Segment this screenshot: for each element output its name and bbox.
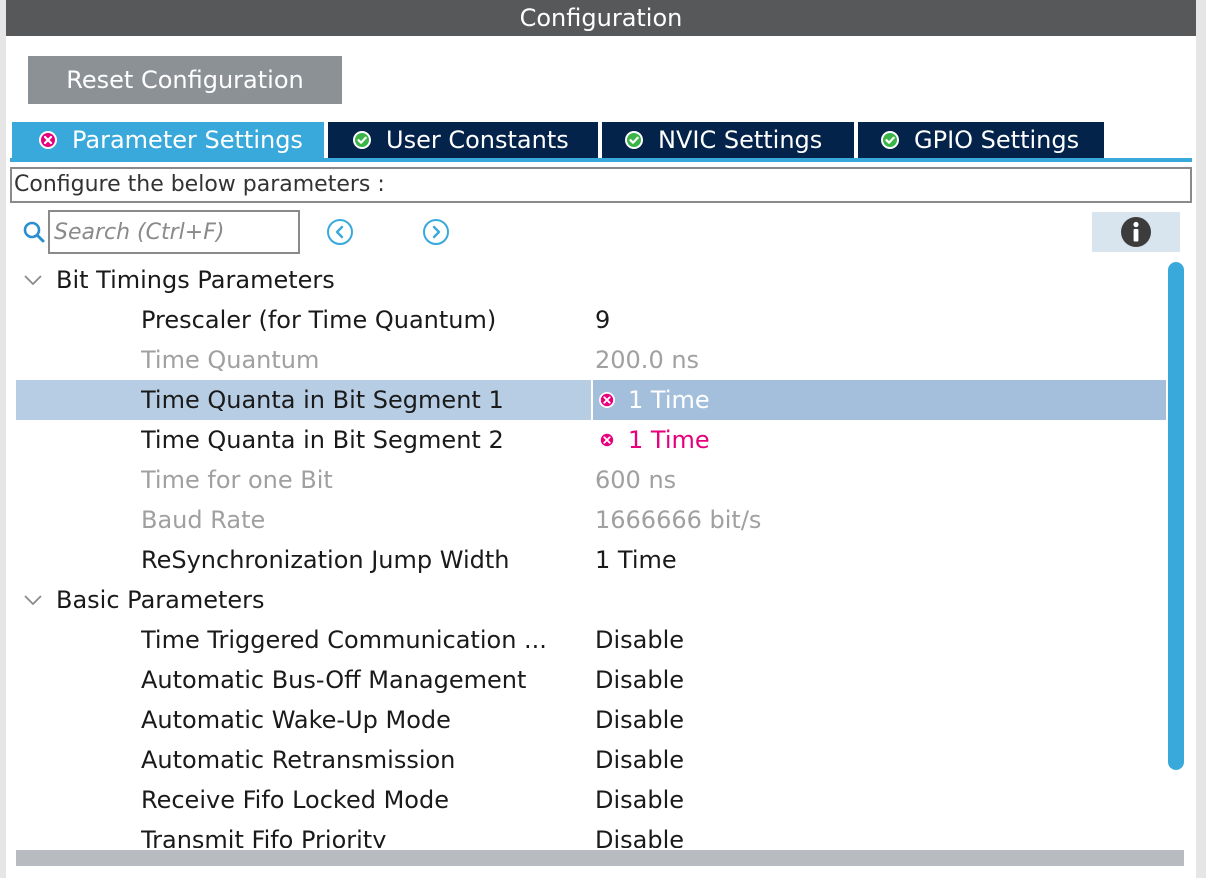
param-row-awum[interactable]: Automatic Wake-Up Mode Disable [16, 700, 1166, 740]
info-button[interactable] [1092, 212, 1180, 252]
param-row-sjw[interactable]: ReSynchronization Jump Width 1 Time [16, 540, 1166, 580]
horizontal-scrollbar[interactable] [16, 850, 1184, 866]
param-value[interactable]: Disable [595, 780, 684, 820]
description-box: Configure the below parameters : [10, 167, 1192, 203]
param-row-prescaler[interactable]: Prescaler (for Time Quantum) 9 [16, 300, 1166, 340]
chevron-left-circle-icon[interactable] [326, 218, 354, 246]
param-row-txfp[interactable]: Transmit Fifo Priority Disable [16, 820, 1166, 848]
param-name: Prescaler (for Time Quantum) [141, 306, 497, 334]
param-value[interactable]: 1 Time [628, 380, 710, 420]
param-row-bit-segment-1[interactable]: Time Quanta in Bit Segment 1 1 Time [16, 380, 1166, 420]
tab-nvic-settings[interactable]: NVIC Settings [602, 122, 854, 158]
param-row-time-quantum: Time Quantum 200.0 ns [16, 340, 1166, 380]
param-row-ttcm[interactable]: Time Triggered Communication ... Disable [16, 620, 1166, 660]
param-value: 200.0 ns [595, 346, 700, 374]
param-value: 600 ns [595, 466, 677, 494]
configuration-window: Configuration Reset Configuration Parame… [0, 0, 1206, 878]
info-icon [1121, 217, 1151, 247]
tab-user-constants[interactable]: User Constants [328, 122, 598, 158]
param-value[interactable]: Disable [595, 620, 684, 660]
tab-label: NVIC Settings [658, 126, 823, 154]
param-name: Automatic Bus-Off Management [141, 666, 527, 694]
search-icon[interactable] [22, 220, 46, 244]
check-circle-icon [353, 131, 371, 149]
param-name: Automatic Retransmission [141, 746, 456, 774]
chevron-right-circle-icon[interactable] [422, 218, 450, 246]
group-label: Bit Timings Parameters [56, 266, 335, 294]
tab-label: User Constants [386, 126, 569, 154]
param-name: Receive Fifo Locked Mode [141, 786, 449, 814]
param-row-rflm[interactable]: Receive Fifo Locked Mode Disable [16, 780, 1166, 820]
param-row-bit-segment-2[interactable]: Time Quanta in Bit Segment 2 1 Time [16, 420, 1166, 460]
error-circle-icon [599, 392, 615, 408]
vertical-scrollbar-thumb[interactable] [1168, 262, 1184, 770]
param-row-auto-retransmission[interactable]: Automatic Retransmission Disable [16, 740, 1166, 780]
param-name: Time Quanta in Bit Segment 2 [141, 426, 504, 454]
param-row-baud-rate: Baud Rate 1666666 bit/s [16, 500, 1166, 540]
parameter-tree: Bit Timings Parameters Prescaler (for Ti… [16, 260, 1166, 848]
param-row-time-for-one-bit: Time for one Bit 600 ns [16, 460, 1166, 500]
group-basic-parameters[interactable]: Basic Parameters [16, 580, 1166, 620]
param-value: 1666666 bit/s [595, 506, 762, 534]
param-name: Time Quantum [141, 346, 320, 374]
tab-underline [10, 158, 1192, 162]
param-value[interactable]: 9 [595, 300, 610, 340]
param-name: Time Triggered Communication ... [141, 626, 547, 654]
param-row-abom[interactable]: Automatic Bus-Off Management Disable [16, 660, 1166, 700]
param-value[interactable]: 1 Time [628, 420, 710, 460]
chevron-down-icon[interactable] [24, 594, 42, 606]
group-bit-timings[interactable]: Bit Timings Parameters [16, 260, 1166, 300]
window-title: Configuration [6, 0, 1196, 36]
tab-gpio-settings[interactable]: GPIO Settings [858, 122, 1104, 158]
reset-configuration-button[interactable]: Reset Configuration [28, 56, 342, 104]
param-name: Automatic Wake-Up Mode [141, 706, 451, 734]
window-frame-right [1196, 0, 1206, 878]
group-label: Basic Parameters [56, 586, 265, 614]
check-circle-icon [625, 131, 643, 149]
error-circle-icon [599, 432, 615, 448]
param-value[interactable]: Disable [595, 700, 684, 740]
param-name: Transmit Fifo Priority [141, 826, 387, 848]
param-name: Baud Rate [141, 506, 266, 534]
param-value[interactable]: 1 Time [595, 540, 677, 580]
tab-label: Parameter Settings [72, 126, 303, 154]
search-input[interactable] [48, 210, 300, 254]
param-name: Time for one Bit [141, 466, 333, 494]
param-name: ReSynchronization Jump Width [141, 546, 510, 574]
param-value[interactable]: Disable [595, 740, 684, 780]
param-value[interactable]: Disable [595, 820, 684, 848]
param-value[interactable]: Disable [595, 660, 684, 700]
param-name: Time Quanta in Bit Segment 1 [141, 386, 504, 414]
error-circle-icon [39, 131, 57, 149]
chevron-down-icon[interactable] [24, 274, 42, 286]
check-circle-icon [881, 131, 899, 149]
tab-parameter-settings[interactable]: Parameter Settings [12, 122, 324, 158]
tab-label: GPIO Settings [914, 126, 1080, 154]
